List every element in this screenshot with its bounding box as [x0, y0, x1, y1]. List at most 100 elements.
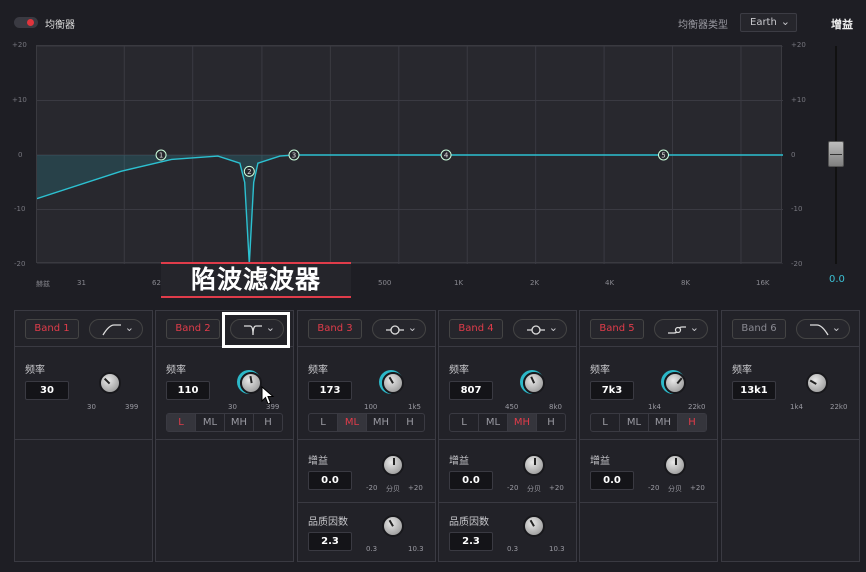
freq-value-field[interactable]: 807: [449, 381, 493, 400]
chevron-down-icon: ⌄: [780, 15, 790, 28]
freq-knob[interactable]: [664, 372, 686, 394]
band-6-shape-select[interactable]: ⌄: [796, 319, 850, 339]
freq-value-field[interactable]: 7k3: [590, 381, 634, 400]
band-4-toggle-button[interactable]: Band 4: [449, 319, 503, 339]
x-label: 62: [152, 279, 161, 287]
gain-knob[interactable]: [523, 454, 545, 476]
range-option[interactable]: H: [396, 414, 424, 431]
band-1-shape-select[interactable]: ⌄: [89, 319, 143, 339]
q-section: 品质因数 2.3 0.3 10.3: [298, 503, 435, 561]
band-node-label: 1: [159, 152, 163, 160]
gain-max: +20: [408, 484, 423, 492]
gain-knob[interactable]: [664, 454, 686, 476]
freq-min: 450: [505, 403, 519, 411]
range-option[interactable]: L: [450, 414, 479, 431]
q-max: 10.3: [549, 545, 565, 553]
freq-min: 1k4: [648, 403, 661, 411]
gain-unit: 分贝: [668, 485, 682, 493]
range-option[interactable]: MH: [367, 414, 396, 431]
eq-enable-toggle[interactable]: [14, 17, 38, 28]
freq-knob[interactable]: [99, 372, 121, 394]
gain-label: 增益: [590, 456, 610, 467]
shelf-icon: [668, 326, 686, 334]
chevron-down-icon: ⌄: [689, 321, 699, 334]
gain-fader-value: 0.0: [829, 274, 845, 285]
band-5-toggle-button[interactable]: Band 5: [590, 319, 644, 339]
freq-knob[interactable]: [806, 372, 828, 394]
band-5-shape-select[interactable]: ⌄: [654, 319, 708, 339]
highcut-icon: [810, 324, 829, 336]
y-label-right: +10: [791, 96, 806, 104]
freq-knob[interactable]: [523, 372, 545, 394]
gain-section: 增益 0.0 -20 分贝 +20: [439, 440, 576, 503]
gain-value-field[interactable]: 0.0: [590, 471, 634, 490]
y-label-left: +10: [12, 96, 27, 104]
band-3-shape-select[interactable]: ⌄: [372, 319, 426, 339]
eq-curve-svg: 1 2 3 4 5: [36, 45, 783, 265]
q-max: 10.3: [408, 545, 424, 553]
band-5-panel: Band 5 ⌄ 频率 7k3 1k4 22k0 L ML MH H 增益 0.…: [579, 310, 718, 562]
range-option[interactable]: MH: [649, 414, 678, 431]
gain-value-field[interactable]: 0.0: [449, 471, 493, 490]
gain-unit: 分贝: [527, 485, 541, 493]
range-option[interactable]: L: [591, 414, 620, 431]
x-label: 31: [77, 279, 86, 287]
freq-max: 1k5: [408, 403, 421, 411]
band-header: Band 5 ⌄: [580, 311, 717, 347]
y-label-left: +20: [12, 41, 27, 49]
freq-label: 频率: [732, 365, 752, 376]
bell-icon: [386, 325, 404, 335]
q-knob[interactable]: [382, 515, 404, 537]
freq-section: 频率 30 30 399: [15, 347, 152, 440]
q-value-field[interactable]: 2.3: [308, 532, 352, 551]
range-option[interactable]: ML: [479, 414, 508, 431]
freq-section: 频率 13k1 1k4 22k0: [722, 347, 859, 440]
band-header: Band 1 ⌄: [15, 311, 152, 347]
freq-knob[interactable]: [382, 372, 404, 394]
x-label-hz: 赫兹: [36, 280, 50, 288]
range-option[interactable]: MH: [508, 414, 537, 431]
range-option[interactable]: L: [167, 414, 196, 431]
lowcut-icon: [102, 324, 121, 336]
band-6-toggle-button[interactable]: Band 6: [732, 319, 786, 339]
range-option[interactable]: H: [678, 414, 706, 431]
band-4-shape-select[interactable]: ⌄: [513, 319, 567, 339]
gain-max: +20: [690, 484, 705, 492]
band-3-panel: Band 3 ⌄ 频率 173 100 1k5 L ML MH H 增益 0.0…: [297, 310, 436, 562]
band-3-toggle-button[interactable]: Band 3: [308, 319, 362, 339]
freq-section: 频率 173 100 1k5 L ML MH H: [298, 347, 435, 440]
x-label: 500: [378, 279, 392, 287]
freq-value-field[interactable]: 13k1: [732, 381, 776, 400]
range-selector[interactable]: L ML MH H: [308, 413, 425, 432]
gain-fader-handle[interactable]: [828, 141, 844, 167]
q-knob[interactable]: [523, 515, 545, 537]
eq-graph[interactable]: 1 2 3 4 5: [36, 45, 783, 265]
gain-min: -20: [366, 484, 378, 492]
band-2-toggle-button[interactable]: Band 2: [166, 319, 220, 339]
toggle-dot: [27, 19, 34, 26]
gain-value-field[interactable]: 0.0: [308, 471, 352, 490]
freq-knob[interactable]: [240, 372, 262, 394]
range-option[interactable]: L: [309, 414, 338, 431]
range-option[interactable]: MH: [225, 414, 254, 431]
range-option[interactable]: ML: [196, 414, 225, 431]
gain-knob[interactable]: [382, 454, 404, 476]
range-option[interactable]: H: [254, 414, 282, 431]
freq-value-field[interactable]: 30: [25, 381, 69, 400]
range-selector[interactable]: L ML MH H: [590, 413, 707, 432]
band-1-toggle-button[interactable]: Band 1: [25, 319, 79, 339]
freq-value-field[interactable]: 173: [308, 381, 352, 400]
gain-unit: 分贝: [386, 485, 400, 493]
freq-max: 22k0: [830, 403, 848, 411]
x-label: 4K: [605, 279, 615, 287]
range-option[interactable]: ML: [620, 414, 649, 431]
range-option[interactable]: H: [537, 414, 565, 431]
range-option[interactable]: ML: [338, 414, 367, 431]
chevron-down-icon: ⌄: [407, 321, 417, 334]
range-selector[interactable]: L ML MH H: [449, 413, 566, 432]
range-selector[interactable]: L ML MH H: [166, 413, 283, 432]
freq-value-field[interactable]: 110: [166, 381, 210, 400]
shape-select-highlight: [222, 312, 290, 348]
eq-type-select[interactable]: Earth ⌄: [740, 13, 797, 32]
q-value-field[interactable]: 2.3: [449, 532, 493, 551]
